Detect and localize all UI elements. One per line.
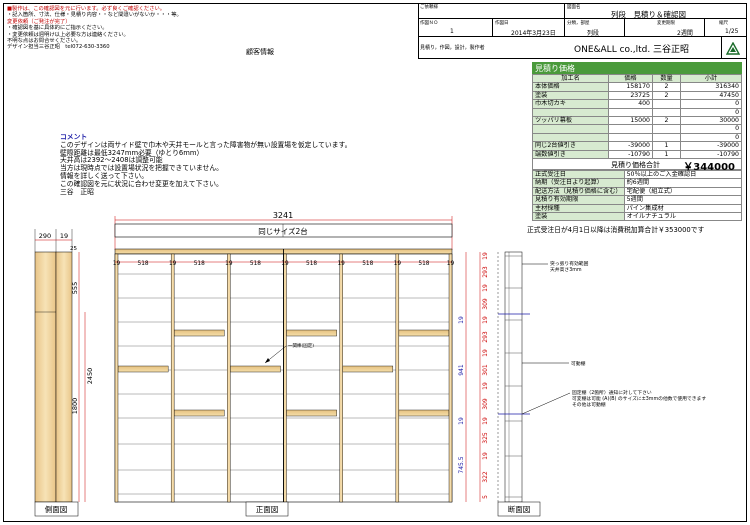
column-dim: 19 (169, 261, 177, 267)
fixed-shelf (286, 329, 337, 337)
front-view (114, 249, 453, 503)
fixed-shelf (398, 329, 450, 337)
inner-dim: 19 (458, 417, 465, 425)
column-dim: 518 (194, 261, 205, 267)
vertical-dim: 19 (482, 417, 489, 425)
fixed-shelf (230, 365, 281, 373)
column-dim: 518 (306, 261, 317, 267)
column-dim: 518 (138, 261, 149, 267)
vertical-dim: 19 (482, 382, 489, 390)
column-dim: 19 (281, 261, 289, 267)
inner-dim: 19 (458, 316, 465, 324)
side-panel (170, 253, 175, 503)
vertical-dim: 19 (482, 349, 489, 357)
front-view-label: 正面図 (256, 505, 279, 514)
side-w1: 290 (39, 232, 51, 240)
inner-dim: 941 (458, 364, 465, 376)
vertical-dim: 19 (482, 252, 489, 260)
vertical-dim: 293 (482, 266, 489, 278)
width-total-text: 3241 (273, 211, 293, 220)
column-dim: 19 (394, 261, 402, 267)
vertical-dim: 322 (482, 471, 489, 483)
inner-dim: 745.5 (458, 456, 465, 473)
side-h1: 555 (71, 282, 79, 294)
fixed-shelf (286, 409, 337, 417)
section-note-1: 突っ張り有効範囲天井高さ3mm (550, 260, 589, 273)
shelf-note: 一関棒(固定) (288, 342, 314, 349)
side-panel (227, 253, 231, 503)
section-note-2: 可動棚 (571, 360, 586, 367)
vertical-dim: 19 (482, 284, 489, 292)
section-view: 突っ張り有効範囲天井高さ3mm 可動棚 固定棚（2箇所）通知に対して下さい可変棚… (497, 251, 706, 503)
vertical-dim: 301 (482, 364, 489, 376)
vertical-dim: 19 (482, 452, 489, 460)
side-h2: 2450 (86, 368, 94, 385)
column-dim: 19 (113, 261, 121, 267)
side-panel (395, 253, 400, 503)
fixed-shelf (342, 365, 394, 373)
side-panel (114, 253, 119, 503)
vertical-dim: 19 (482, 316, 489, 324)
fixed-shelf (173, 329, 225, 337)
side-top: 25 (70, 246, 77, 252)
vertical-dim: 5 (482, 495, 489, 499)
vertical-dimensions: 19 293 19 309 19 293 19 301 19 309 19 325 19 322 5 19 94… (458, 252, 489, 502)
section-note-3: 固定棚（2箇所）通知に対して下さい可変棚は可能 (A)(B) のサイズに±3mm… (572, 389, 706, 408)
side-panel (339, 253, 343, 503)
side-view-label: 側面図 (45, 504, 68, 514)
fixed-shelf (173, 409, 225, 417)
column-dim: 19 (225, 261, 233, 267)
side-view: 290 19 25 555 2450 1800 (34, 229, 94, 503)
side-w2: 19 (60, 232, 68, 240)
column-dim: 19 (447, 261, 455, 267)
unit-label-text: 同じサイズ2台 (258, 226, 308, 236)
vertical-dim: 293 (482, 331, 489, 343)
column-dim: 518 (362, 261, 373, 267)
furniture-drawing: 3241 同じサイズ2台 290 19 25 555 2450 1800 19 5… (34, 211, 706, 517)
column-dim: 518 (250, 261, 261, 267)
vertical-dim: 309 (482, 298, 489, 310)
fixed-shelf (398, 409, 450, 417)
fixed-shelf (117, 365, 169, 373)
side-panel (448, 253, 453, 503)
vertical-dim: 325 (482, 432, 489, 444)
section-view-label: 断面図 (508, 504, 531, 514)
column-dim: 19 (337, 261, 345, 267)
side-panel (283, 253, 287, 503)
side-h3: 1800 (71, 398, 79, 415)
vertical-dim: 309 (482, 398, 489, 410)
column-dim: 518 (418, 261, 429, 267)
